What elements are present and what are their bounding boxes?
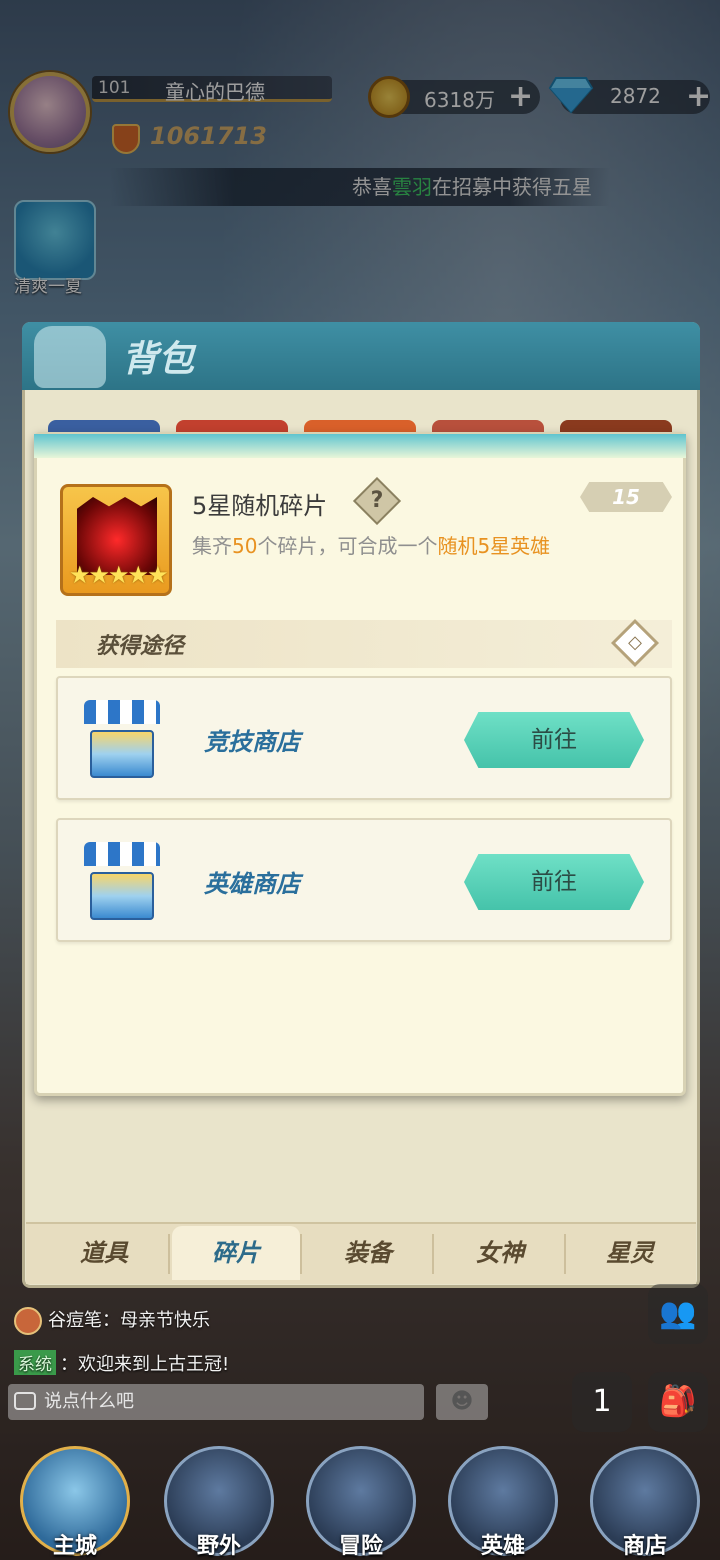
tab-items[interactable]: 道具 (40, 1226, 168, 1280)
popup-top-stripe (34, 434, 686, 458)
item-count: 15 (580, 482, 672, 512)
source-name: 英雄商店 (204, 870, 300, 898)
go-button-arena-shop[interactable]: 前往 (464, 712, 644, 768)
question-icon: ? (370, 488, 384, 513)
nav-wild[interactable]: 野外 (164, 1528, 274, 1560)
source-row-hero-shop: 英雄商店 前往 (56, 818, 672, 942)
source-name: 竞技商店 (204, 728, 300, 756)
tab-equipment[interactable]: 装备 (304, 1226, 432, 1280)
chat-user: 谷痘笔 (48, 1310, 102, 1331)
system-tag: 系统 (14, 1350, 56, 1375)
shop-chest-icon (84, 842, 160, 922)
friends-icon[interactable]: 👥 (648, 1284, 708, 1344)
go-button-hero-shop[interactable]: 前往 (464, 854, 644, 910)
nav-heroes[interactable]: 英雄 (448, 1528, 558, 1560)
shop-chest-icon (84, 700, 160, 780)
nav-adventure[interactable]: 冒险 (306, 1528, 416, 1560)
emoji-button[interactable]: ☻ (436, 1384, 488, 1420)
tab-fragments[interactable]: 碎片 (172, 1226, 300, 1280)
desc-target: 随机5星英雄 (437, 534, 551, 558)
chat-input[interactable]: 说点什么吧 (8, 1384, 424, 1420)
nav-main-city[interactable]: 主城 (20, 1528, 130, 1560)
system-text: ：欢迎来到上古王冠! (60, 1354, 230, 1375)
chat-message: 谷痘笔：母亲节快乐 (14, 1306, 210, 1335)
fragment-item-icon: ★★★★★ (60, 484, 172, 596)
tab-goddess[interactable]: 女神 (436, 1226, 564, 1280)
system-message: 系统 ：欢迎来到上古王冠! (14, 1350, 229, 1376)
backpack-icon (34, 326, 106, 388)
nav-shop[interactable]: 商店 (590, 1528, 700, 1560)
chat-avatar (14, 1307, 42, 1335)
desc-prefix: 集齐 (192, 534, 232, 558)
desc-required-count: 50 (232, 534, 258, 558)
chat-text: ：母亲节快乐 (102, 1310, 210, 1331)
acquire-section-title: 获得途径 (96, 634, 185, 659)
item-description: 集齐50个碎片，可合成一个随机5星英雄 (192, 530, 550, 559)
item-name: 5星随机碎片 (192, 492, 328, 520)
ranking-icon[interactable]: 1 (572, 1372, 632, 1432)
tab-divider (300, 1234, 302, 1274)
desc-middle: 个碎片，可合成一个 (257, 534, 438, 558)
source-row-arena-shop: 竞技商店 前往 (56, 676, 672, 800)
tab-divider (432, 1234, 434, 1274)
tab-divider (168, 1234, 170, 1274)
backpack-button-icon[interactable]: 🎒 (648, 1372, 708, 1432)
diamond-arrow-icon: ◇ (628, 632, 642, 653)
tab-spirits[interactable]: 星灵 (566, 1226, 694, 1280)
five-star-rating: ★★★★★ (69, 561, 169, 589)
bag-title: 背包 (122, 339, 195, 380)
